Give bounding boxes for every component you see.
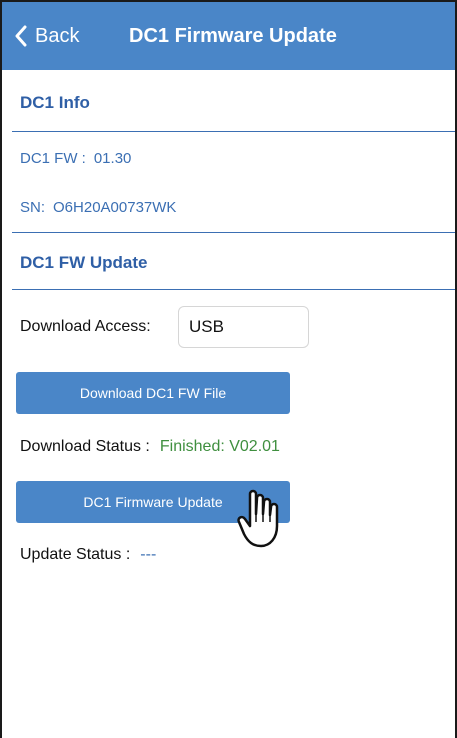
download-status-label: Download Status : [20,438,150,455]
serial-number-row: SN: O6H20A00737WK [20,199,176,216]
download-status-value: Finished: V02.01 [159,438,280,455]
fw-version-label: DC1 FW : [20,150,86,167]
page-title: DC1 Firmware Update [129,24,337,47]
update-status-value: --- [140,546,157,563]
dc1-fw-update-section-title: DC1 FW Update [20,253,148,272]
download-fw-file-button[interactable]: Download DC1 FW File [16,372,290,414]
download-status-row: Download Status : Finished: V02.01 [20,438,280,456]
fw-version-row: DC1 FW : 01.30 [20,150,131,167]
download-access-label: Download Access: [20,318,151,335]
serial-number-value: O6H20A00737WK [53,199,177,216]
serial-number-label: SN: [20,199,46,216]
dc1-info-section-title: DC1 Info [20,93,90,112]
navigation-bar: Back DC1 Firmware Update [2,2,455,70]
back-button[interactable]: Back [14,2,79,70]
divider [12,131,455,132]
download-access-value[interactable]: USB [189,317,224,337]
update-status-label: Update Status : [20,546,131,563]
update-status-row: Update Status : --- [20,546,156,564]
fw-version-value: 01.30 [93,150,132,167]
divider [12,232,455,233]
download-access-select[interactable]: USB [178,306,309,348]
hand-pointer-icon [237,489,279,548]
back-label[interactable]: Back [35,25,79,48]
divider [12,289,455,290]
chevron-left-icon [15,25,27,47]
